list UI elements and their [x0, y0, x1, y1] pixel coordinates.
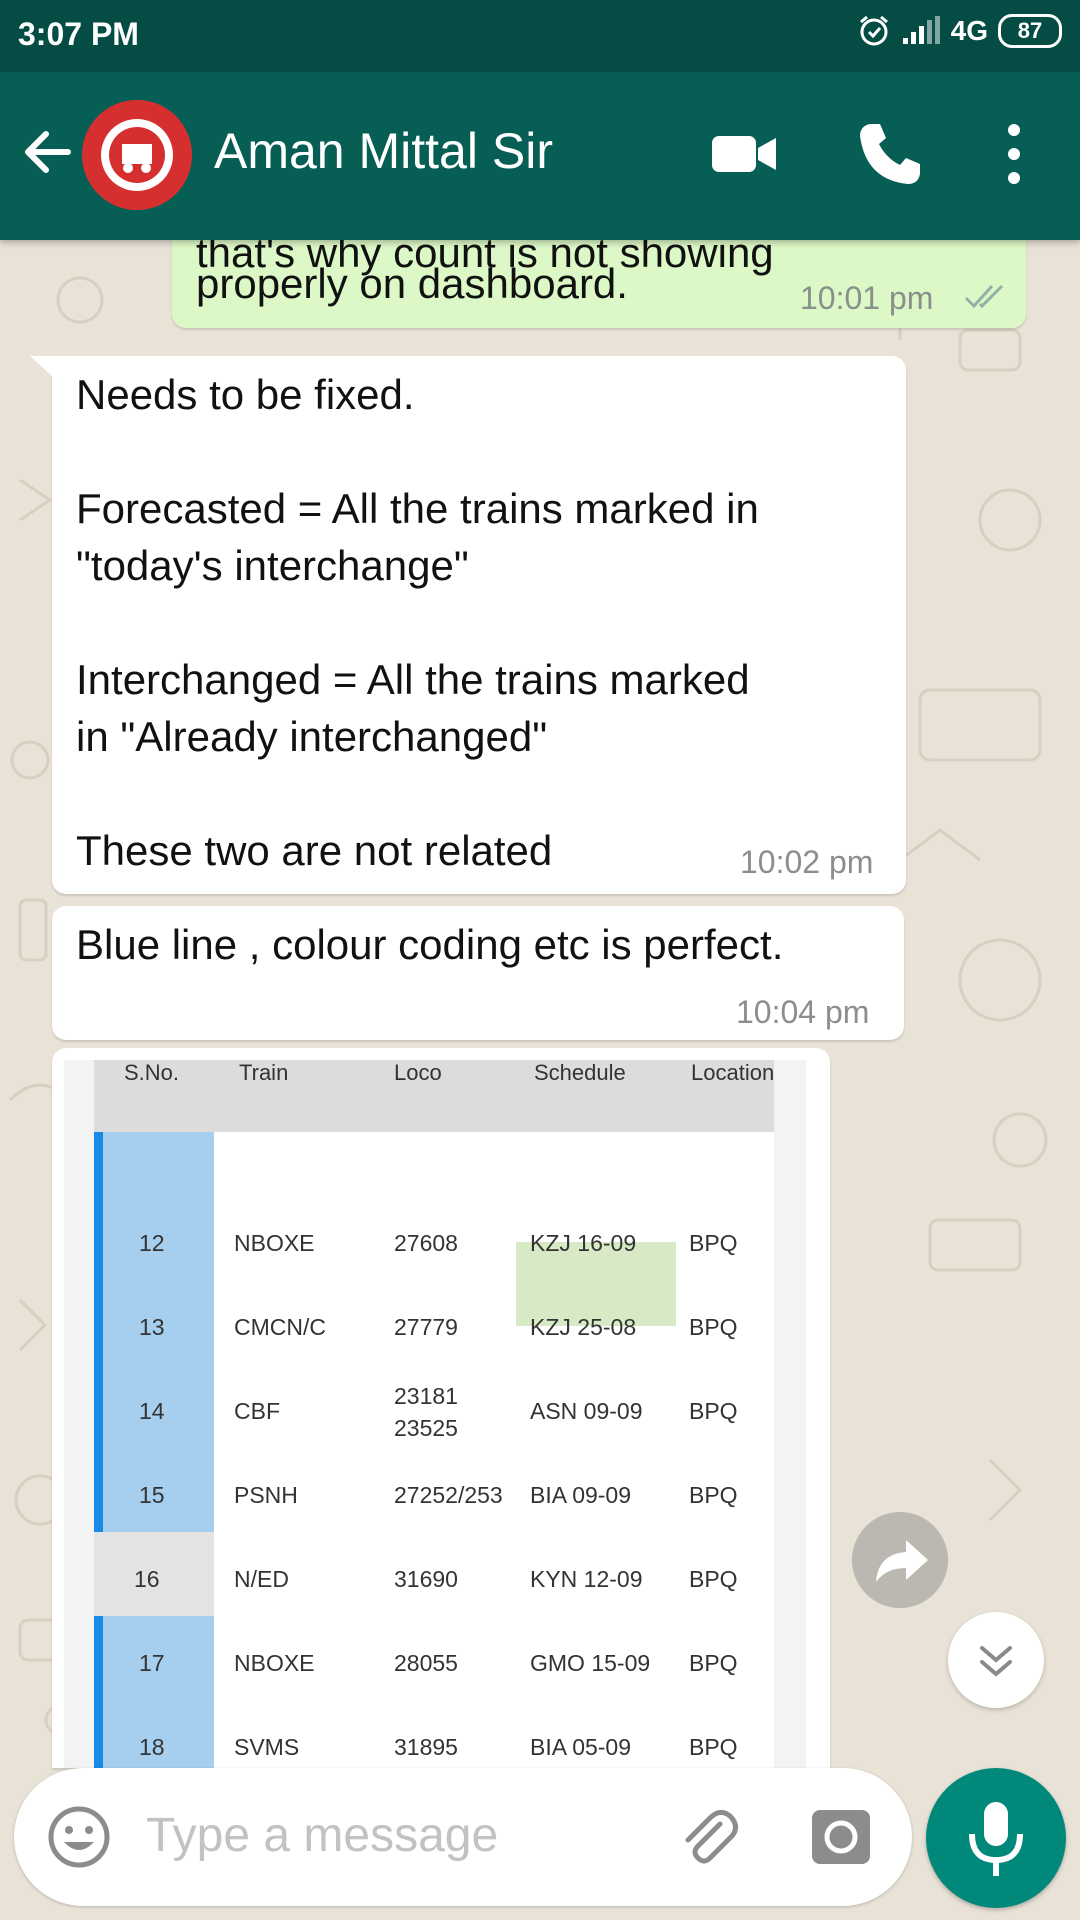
cell-schedule: KYN 12-09: [530, 1566, 643, 1592]
column-header: Schedule: [534, 1060, 626, 1085]
column-header: Loco: [394, 1060, 442, 1085]
cell-train: NBOXE: [234, 1230, 315, 1256]
cell-location: BPQ: [689, 1314, 738, 1340]
column-header: Train: [239, 1060, 289, 1085]
cell-schedule: ASN 09-09: [530, 1398, 643, 1424]
table-row: 18 SVMS 31895 BIA 05-09 BPQ: [94, 1706, 774, 1768]
forward-button[interactable]: [852, 1512, 948, 1608]
cell-location: BPQ: [689, 1650, 738, 1676]
cell-location: BPQ: [689, 1734, 738, 1760]
message-input[interactable]: Type a message: [146, 1808, 498, 1863]
incoming-message[interactable]: Needs to be fixed. Forecasted = All the …: [30, 356, 906, 894]
column-header: Location: [691, 1060, 775, 1085]
cell-schedule: KZJ 16-09: [530, 1230, 637, 1256]
cell-sno: 17: [139, 1650, 165, 1676]
double-chevron-down-icon: [980, 1646, 1012, 1677]
camera-icon[interactable]: [808, 1804, 874, 1870]
table-row: 13 CMCN/C 27779 KZJ 25-08 BPQ: [94, 1286, 774, 1370]
message-text: properly on dashboard.: [196, 260, 628, 307]
cell-train: CBF: [234, 1398, 280, 1424]
table-header: S.No. Train Loco Schedule Location: [94, 1060, 774, 1132]
cell-schedule: BIA 05-09: [530, 1734, 632, 1760]
message-time: 10:02 pm: [740, 844, 874, 880]
table-row: 14 CBF 23181 23525 ASN 09-09 BPQ: [94, 1370, 774, 1454]
voice-call-icon[interactable]: [852, 116, 928, 192]
cell-loco: 27252/253: [394, 1482, 503, 1508]
image-message[interactable]: S.No. Train Loco Schedule Location 12 NB…: [52, 1048, 830, 1768]
incoming-message[interactable]: Blue line , colour coding etc is perfect…: [52, 906, 904, 1040]
table-row: 16 N/ED 31690 KYN 12-09 BPQ: [94, 1538, 774, 1622]
battery-level: 87: [1017, 18, 1043, 43]
cell-train: N/ED: [234, 1566, 289, 1592]
emoji-icon[interactable]: [46, 1804, 112, 1870]
more-options-icon[interactable]: [976, 116, 1052, 192]
cell-loco: 27779: [394, 1314, 458, 1340]
voice-record-button[interactable]: [926, 1768, 1066, 1908]
microphone-icon: [969, 1802, 1023, 1876]
status-bar: 3:07 PM 4G 87: [0, 0, 1080, 72]
contact-name[interactable]: Aman Mittal Sir: [214, 122, 553, 180]
cell-location: BPQ: [689, 1482, 738, 1508]
cell-loco: 31895: [394, 1734, 458, 1760]
cell-schedule: KZJ 25-08: [530, 1314, 637, 1340]
avatar[interactable]: [82, 100, 192, 210]
message-time: 10:01 pm: [800, 280, 934, 316]
cell-sno: 13: [139, 1314, 165, 1340]
attachment-icon[interactable]: [674, 1804, 740, 1870]
status-icons: 4G 87: [857, 14, 1062, 48]
cell-sno: 16: [134, 1566, 160, 1592]
cell-train: PSNH: [234, 1482, 298, 1508]
cell-sno: 12: [139, 1230, 165, 1256]
railways-logo-icon: [82, 100, 192, 210]
cell-train: NBOXE: [234, 1650, 315, 1676]
cell-train: CMCN/C: [234, 1314, 326, 1340]
cell-sno: 18: [139, 1734, 165, 1760]
message-time: 10:04 pm: [736, 994, 870, 1030]
table-row: 17 NBOXE 28055 GMO 15-09 BPQ: [94, 1622, 774, 1706]
message-text: Needs to be fixed. Forecasted = All the …: [76, 371, 759, 874]
cell-sno: 14: [139, 1398, 165, 1424]
column-header: S.No.: [124, 1060, 180, 1085]
chat-header: Aman Mittal Sir: [0, 72, 1080, 240]
alarm-icon: [859, 15, 888, 46]
read-receipt-icon: [964, 284, 1004, 309]
cell-schedule: GMO 15-09: [530, 1650, 651, 1676]
video-call-icon[interactable]: [706, 116, 782, 192]
message-composer: Type a message: [14, 1768, 912, 1906]
status-time: 3:07 PM: [18, 16, 139, 52]
forward-icon: [876, 1540, 928, 1582]
screenshot-table: S.No. Train Loco Schedule Location 12 NB…: [94, 1060, 774, 1768]
cell-location: BPQ: [689, 1566, 738, 1592]
message-text: Blue line , colour coding etc is perfect…: [76, 921, 784, 968]
cell-location: BPQ: [689, 1398, 738, 1424]
cell-schedule: BIA 09-09: [530, 1482, 632, 1508]
signal-icon: [902, 16, 940, 44]
image-content[interactable]: S.No. Train Loco Schedule Location 12 NB…: [64, 1060, 806, 1768]
scroll-to-bottom-button[interactable]: [948, 1612, 1044, 1708]
table-row: 12 NBOXE 27608 KZJ 16-09 BPQ: [94, 1202, 774, 1286]
cell-sno: 15: [139, 1482, 165, 1508]
back-arrow-icon[interactable]: [18, 122, 78, 182]
network-type: 4G: [950, 15, 988, 46]
bubble-tail: [30, 356, 54, 378]
cell-loco: 27608: [394, 1230, 458, 1256]
cell-loco: 23181 23525: [394, 1383, 458, 1441]
cell-train: SVMS: [234, 1734, 300, 1760]
cell-loco: 28055: [394, 1650, 458, 1676]
cell-loco: 31690: [394, 1566, 458, 1592]
battery-icon: 87: [998, 14, 1062, 48]
cell-location: BPQ: [689, 1230, 738, 1256]
table-row: 15 PSNH 27252/253 BIA 09-09 BPQ: [94, 1454, 774, 1538]
